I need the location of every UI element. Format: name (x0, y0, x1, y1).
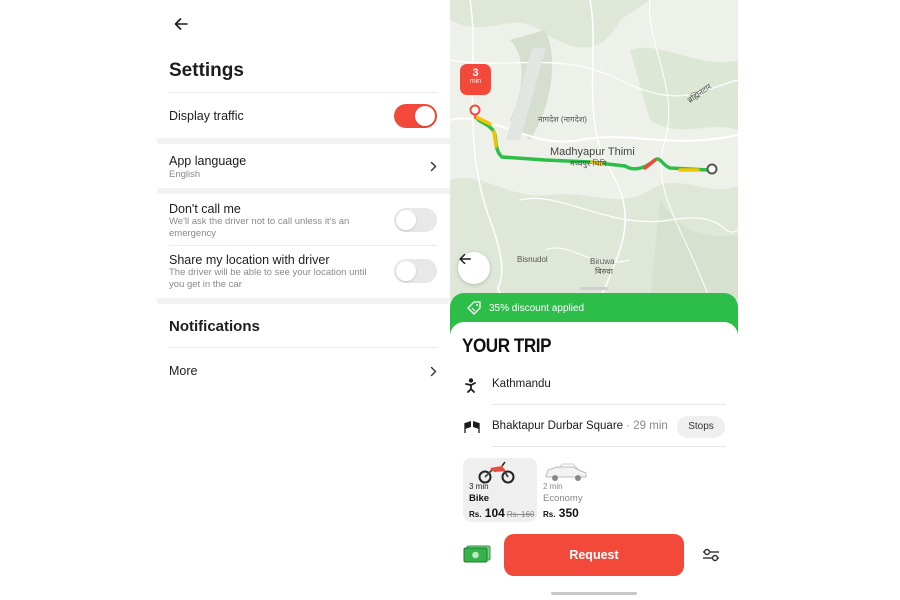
display-traffic-row[interactable]: Display traffic (157, 92, 450, 138)
origin-text: Kathmandu (492, 378, 551, 390)
map-back-button[interactable] (458, 252, 490, 284)
toggle-knob (415, 106, 435, 126)
tariff-price-value: 350 (558, 506, 579, 520)
chevron-right-icon (428, 364, 438, 378)
share-location-description: The driver will be able to see your loca… (169, 267, 367, 290)
app-language-label: App language (169, 154, 247, 168)
divider (169, 245, 438, 246)
map-label-biruwa-ne: बिरुवा (595, 267, 613, 276)
app-language-value: English (169, 169, 201, 180)
destination-duration: · 29 min (626, 420, 668, 432)
tariff-name: Economy (543, 493, 583, 504)
map-label-madhyapur-ne: मध्यपुर थिमि (570, 159, 607, 168)
cash-icon[interactable] (463, 545, 491, 563)
tariff-name: Bike (469, 493, 490, 504)
eta-bubble: 3 min (460, 64, 491, 95)
arrow-left-icon (174, 18, 188, 30)
tariff-bike[interactable]: 3 min Bike Rs. 104 Rs. 160 (463, 458, 537, 522)
trip-title: YOUR TRIP (462, 336, 552, 357)
destination-name: Bhaktapur Durbar Square (492, 420, 624, 432)
notifications-heading: Notifications (169, 318, 260, 335)
privacy-card: Don't call me We'll ask the driver not t… (157, 194, 450, 298)
home-indicator (551, 592, 637, 595)
destination-text: Bhaktapur Durbar Square · 29 min (492, 420, 668, 432)
tariff-price-value: 104 (484, 506, 505, 520)
trip-sheet: YOUR TRIP Kathmandu Bhaktapur Durbar Squ… (450, 322, 738, 532)
page-title: Settings (169, 60, 244, 81)
toggle-knob (396, 210, 416, 230)
tariff-price: Rs. 104 Rs. 160 (469, 506, 534, 520)
share-location-label: Share my location with driver (169, 253, 330, 267)
dont-call-me-label: Don't call me (169, 202, 241, 216)
display-traffic-toggle[interactable] (394, 104, 437, 128)
display-traffic-label: Display traffic (169, 109, 244, 123)
tariff-time: 3 min (469, 482, 489, 491)
person-waving-icon (465, 378, 476, 393)
divider (492, 404, 726, 405)
share-location-toggle[interactable] (394, 259, 437, 283)
tariff-price: Rs. 350 (543, 506, 579, 520)
tariff-economy[interactable]: 2 min Economy Rs. 350 (537, 458, 611, 522)
ticket-icon (467, 301, 481, 315)
motorbike-icon (478, 461, 515, 484)
more-label: More (169, 364, 198, 378)
request-button[interactable]: Request (504, 534, 684, 576)
map-label-biruwa: Biruwa (590, 257, 615, 266)
map-view[interactable]: नागदेश (नागदेश) Madhyapur Thimi मध्यपुर … (450, 0, 738, 300)
map-label-bisnudol: Bisnudol (517, 255, 548, 264)
car-icon (545, 463, 587, 481)
dont-call-me-toggle[interactable] (394, 208, 437, 232)
chevron-right-icon (428, 159, 438, 173)
settings-screen: Settings Display traffic App language En… (157, 0, 450, 600)
sheet-drag-handle[interactable] (580, 287, 608, 290)
checkered-flag-icon (464, 421, 480, 433)
divider (492, 446, 726, 447)
toggle-knob (396, 261, 416, 281)
screenshot-canvas: Settings Display traffic App language En… (0, 0, 900, 600)
discount-text: 35% discount applied (489, 303, 585, 314)
bottom-bar: Request (450, 526, 738, 600)
eta-unit: min (469, 78, 482, 85)
tariff-time: 2 min (543, 482, 563, 491)
back-button[interactable] (169, 12, 193, 36)
map-label-nagdesh: नागदेश (नागदेश) (538, 115, 587, 124)
arrow-left-icon (459, 253, 471, 265)
trip-screen: नागदेश (नागदेश) Madhyapur Thimi मध्यपुर … (450, 0, 738, 600)
destination-row[interactable]: Bhaktapur Durbar Square · 29 min Stops (450, 407, 738, 447)
divider (169, 347, 438, 348)
tariff-currency: Rs. (543, 510, 556, 519)
sliders-icon[interactable] (702, 547, 720, 563)
origin-row[interactable]: Kathmandu (450, 365, 738, 405)
app-language-row[interactable]: App language English (157, 144, 450, 188)
dont-call-me-description: We'll ask the driver not to call unless … (169, 216, 350, 239)
map-label-madhyapur: Madhyapur Thimi (550, 146, 635, 158)
stops-button[interactable]: Stops (677, 416, 725, 438)
tariff-currency: Rs. (469, 510, 482, 519)
notifications-card: Notifications More (157, 304, 450, 394)
tariff-old-price: Rs. 160 (506, 510, 535, 519)
